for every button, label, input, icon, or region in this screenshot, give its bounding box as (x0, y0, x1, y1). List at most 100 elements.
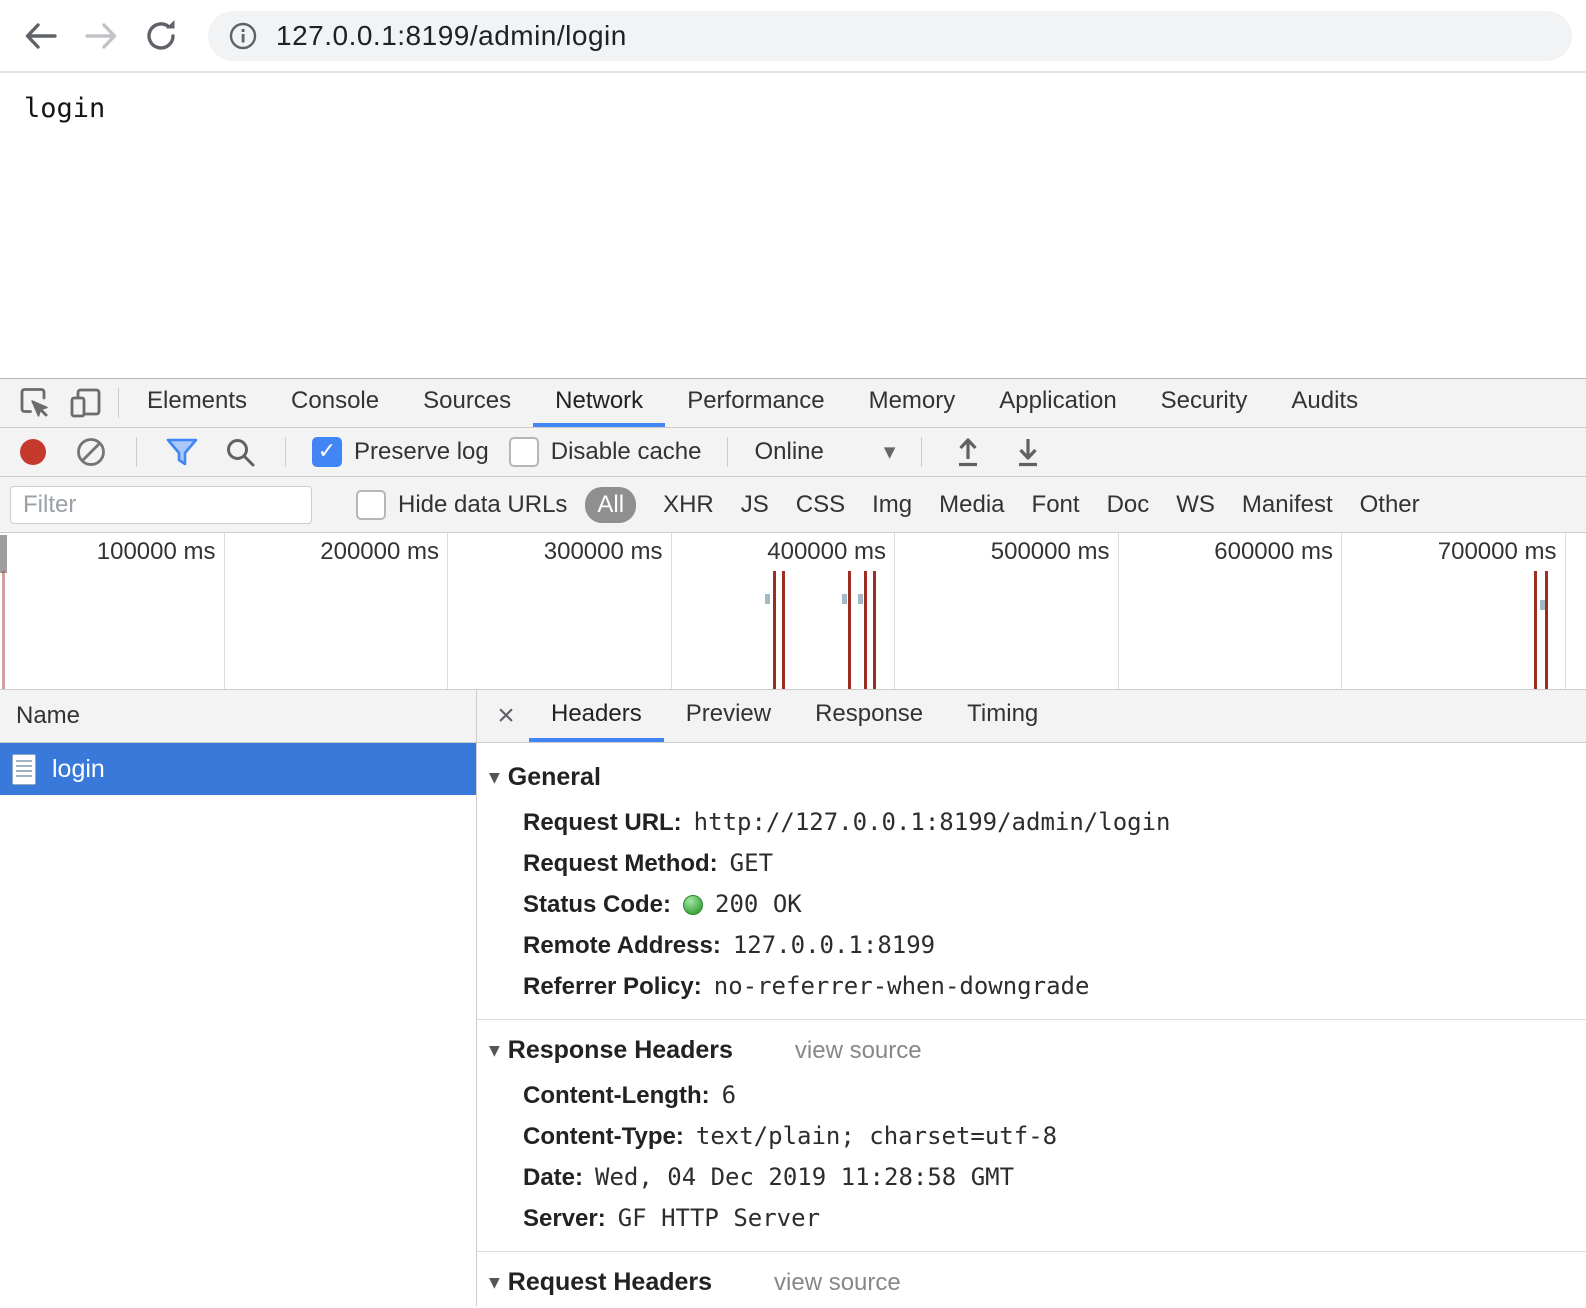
url-text[interactable]: 127.0.0.1:8199/admin/login (276, 20, 627, 52)
timeline-gridline (1341, 533, 1342, 689)
timeline-request-dot (765, 594, 770, 604)
request-headers-section-header[interactable]: ▼ Request Headers view source (477, 1254, 1586, 1306)
header-row: Content-Type:text/plain; charset=utf-8 (477, 1116, 1586, 1157)
reload-button[interactable] (134, 9, 188, 63)
filter-type-other[interactable]: Other (1360, 491, 1420, 519)
details-tabs: HeadersPreviewResponseTiming (529, 690, 1060, 742)
reload-icon (141, 16, 181, 56)
filter-type-media[interactable]: Media (939, 491, 1004, 519)
section-divider (477, 1251, 1586, 1252)
search-button[interactable] (221, 436, 259, 468)
divider (285, 437, 286, 467)
disclosure-triangle-icon: ▼ (489, 770, 500, 786)
general-rows: Request URL:http://127.0.0.1:8199/admin/… (477, 802, 1586, 1007)
toggle-device-toolbar-button[interactable] (60, 379, 112, 427)
disable-cache-checkbox[interactable]: Disable cache (509, 437, 702, 467)
view-source-link[interactable]: view source (795, 1037, 922, 1065)
response-headers-section-header[interactable]: ▼ Response Headers view source (477, 1022, 1586, 1075)
name-column-header[interactable]: Name (0, 690, 476, 743)
header-value: text/plain; charset=utf-8 (696, 1121, 1057, 1152)
devtools-tab-security[interactable]: Security (1139, 379, 1270, 427)
divider (118, 388, 119, 418)
devtools-tab-sources[interactable]: Sources (401, 379, 533, 427)
clear-network-log-button[interactable] (72, 436, 110, 468)
header-name: Referrer Policy: (523, 971, 702, 1002)
import-har-button[interactable] (948, 435, 988, 469)
divider (136, 437, 137, 467)
filter-type-all[interactable]: All (585, 487, 636, 523)
request-row-login[interactable]: login (0, 743, 476, 795)
filter-input[interactable] (10, 486, 312, 524)
devtools-tab-audits[interactable]: Audits (1269, 379, 1380, 427)
record-network-log-button[interactable] (14, 439, 52, 465)
network-toolbar: ✓ Preserve log Disable cache Online ▼ (0, 428, 1586, 477)
devtools-tab-bar: ElementsConsoleSourcesNetworkPerformance… (0, 379, 1586, 428)
search-icon (224, 436, 256, 468)
filter-type-css[interactable]: CSS (796, 491, 845, 519)
filter-type-manifest[interactable]: Manifest (1242, 491, 1333, 519)
header-value: 200 OK (715, 889, 802, 920)
preserve-log-checkbox[interactable]: ✓ Preserve log (312, 437, 489, 467)
details-tab-timing[interactable]: Timing (945, 690, 1060, 742)
header-row: Content-Length:6 (477, 1075, 1586, 1116)
divider (921, 437, 922, 467)
devtools-tab-elements[interactable]: Elements (125, 379, 269, 427)
header-row: Status Code:200 OK (477, 884, 1586, 925)
header-row: Remote Address:127.0.0.1:8199 (477, 925, 1586, 966)
header-value: Wed, 04 Dec 2019 11:28:58 GMT (595, 1162, 1014, 1193)
filter-type-ws[interactable]: WS (1176, 491, 1215, 519)
section-title: General (508, 763, 601, 792)
filter-type-doc[interactable]: Doc (1107, 491, 1150, 519)
timeline-event-bar (782, 571, 785, 689)
disable-cache-label: Disable cache (551, 438, 702, 466)
export-har-button[interactable] (1008, 435, 1048, 469)
devtools-tab-memory[interactable]: Memory (847, 379, 978, 427)
filter-type-img[interactable]: Img (872, 491, 912, 519)
devtools-tab-performance[interactable]: Performance (665, 379, 846, 427)
devtools-tab-network[interactable]: Network (533, 379, 665, 427)
network-split-view: Name login × HeadersPreviewResponseTimin… (0, 690, 1586, 1306)
throttling-value: Online (754, 438, 823, 466)
general-section-header[interactable]: ▼ General (477, 749, 1586, 802)
requests-table: Name login (0, 690, 477, 1306)
devtools-tab-console[interactable]: Console (269, 379, 401, 427)
filter-type-font[interactable]: Font (1032, 491, 1080, 519)
inspect-element-button[interactable] (8, 379, 60, 427)
header-value: http://127.0.0.1:8199/admin/login (694, 807, 1171, 838)
header-name: Request Method: (523, 848, 718, 879)
header-row: Server:GF HTTP Server (477, 1198, 1586, 1239)
devtools-tab-application[interactable]: Application (977, 379, 1138, 427)
view-source-link[interactable]: view source (774, 1269, 901, 1297)
network-overview-timeline[interactable]: 100000 ms200000 ms300000 ms400000 ms5000… (0, 533, 1586, 690)
header-name: Server: (523, 1203, 606, 1234)
details-tab-headers[interactable]: Headers (529, 690, 664, 742)
response-header-rows: Content-Length:6Content-Type:text/plain;… (477, 1075, 1586, 1239)
devtools-tabs: ElementsConsoleSourcesNetworkPerformance… (125, 379, 1380, 427)
timeline-tick-label: 200000 ms (289, 538, 439, 566)
address-bar[interactable]: 127.0.0.1:8199/admin/login (208, 11, 1572, 61)
details-tab-preview[interactable]: Preview (664, 690, 793, 742)
checkbox-checked-icon: ✓ (312, 437, 342, 467)
filter-type-js[interactable]: JS (741, 491, 769, 519)
network-throttling-select[interactable]: Online ▼ (754, 438, 895, 466)
filter-toggle-button[interactable] (163, 436, 201, 468)
request-details-panel: × HeadersPreviewResponseTiming ▼ General… (477, 690, 1586, 1306)
header-row: Referrer Policy:no-referrer-when-downgra… (477, 966, 1586, 1007)
header-name: Date: (523, 1162, 583, 1193)
timeline-event-bar (1534, 571, 1537, 689)
details-tab-response[interactable]: Response (793, 690, 945, 742)
status-green-dot-icon (683, 895, 703, 915)
timeline-event-bar (864, 571, 867, 689)
page-info-icon[interactable] (228, 21, 258, 51)
resource-type-filters: All XHR JS CSS Img Media Font Doc WS Manifest Othe… (585, 487, 1419, 523)
clear-icon (75, 436, 107, 468)
filter-type-xhr[interactable]: XHR (663, 491, 714, 519)
timeline-event-bar (1545, 571, 1548, 689)
forward-button[interactable] (74, 9, 128, 63)
header-row: Request URL:http://127.0.0.1:8199/admin/… (477, 802, 1586, 843)
record-icon (20, 439, 46, 465)
timeline-request-dot (858, 594, 863, 604)
close-details-button[interactable]: × (483, 690, 529, 742)
back-button[interactable] (14, 9, 68, 63)
hide-data-urls-checkbox[interactable]: Hide data URLs (356, 490, 567, 520)
